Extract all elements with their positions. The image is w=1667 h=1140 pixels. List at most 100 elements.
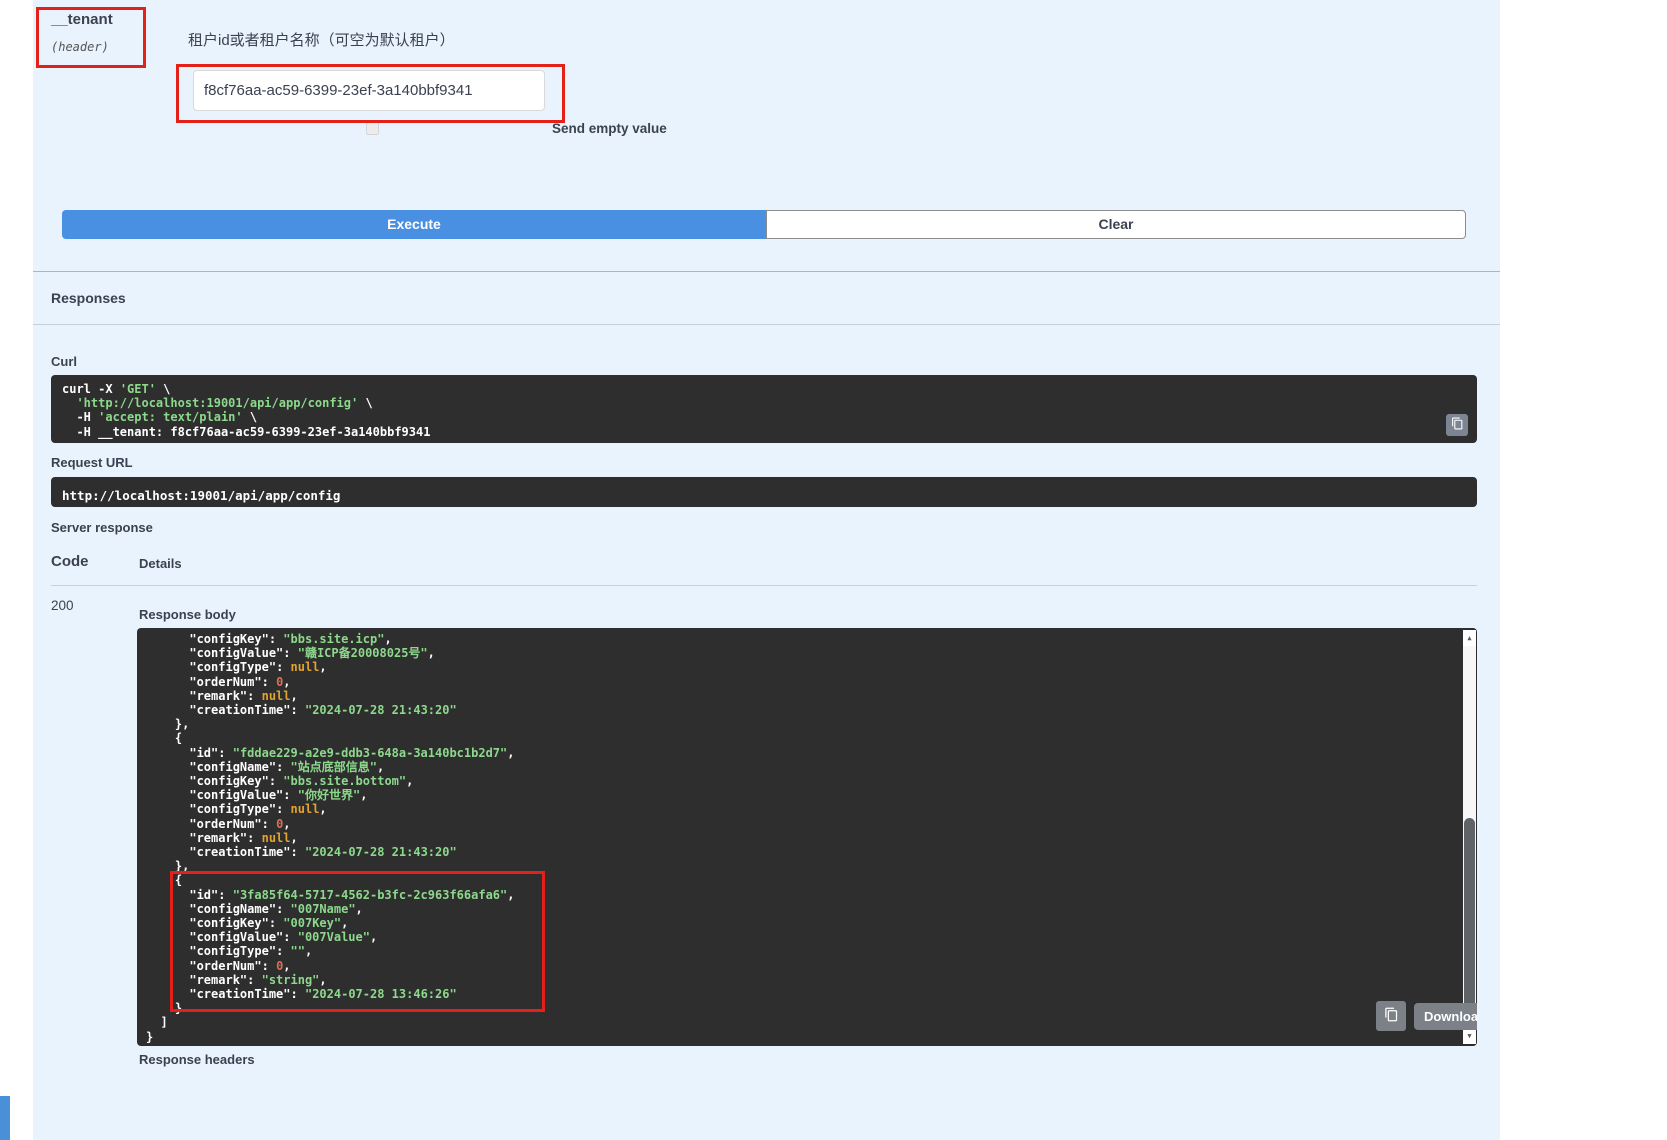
code-token: "configValue": [189, 788, 283, 802]
code-line: "configKey": "bbs.site.bottom",: [146, 774, 1451, 788]
code-token: :: [247, 689, 261, 703]
code-token: [146, 845, 189, 859]
code-token: [146, 902, 189, 916]
code-column-header: Code: [51, 553, 89, 570]
code-line: "configValue": "赣ICP备20008025号",: [146, 646, 1451, 660]
code-token: {: [146, 873, 182, 887]
parameter-description: 租户id或者租户名称（可空为默认租户）: [188, 29, 455, 50]
response-body-label: Response body: [139, 607, 236, 622]
code-token: :: [247, 973, 261, 987]
send-empty-checkbox[interactable]: [366, 122, 379, 135]
code-token: "configValue": [189, 646, 283, 660]
code-token: \: [156, 382, 170, 396]
code-token: :: [283, 646, 297, 660]
code-token: "id": [189, 746, 218, 760]
code-token: [146, 916, 189, 930]
code-line: "configType": null,: [146, 802, 1451, 816]
code-line: 'http://localhost:19001/api/app/config' …: [62, 396, 1437, 410]
clear-button[interactable]: Clear: [766, 210, 1466, 239]
code-token: 'accept: text/plain': [98, 410, 243, 424]
response-headers-label: Response headers: [139, 1052, 255, 1067]
code-token: :: [262, 959, 276, 973]
code-token: [146, 973, 189, 987]
code-line: ]: [146, 1015, 1451, 1029]
code-token: :: [291, 703, 305, 717]
scrollbar-thumb[interactable]: [1464, 818, 1475, 1014]
code-line: "orderNum": 0,: [146, 817, 1451, 831]
code-token: ,: [360, 788, 367, 802]
code-token: "007Name": [291, 902, 356, 916]
code-token: "remark": [189, 973, 247, 987]
swagger-endpoint-page: __tenant (header) 租户id或者租户名称（可空为默认租户） Se…: [0, 0, 1667, 1140]
code-line: "configKey": "007Key",: [146, 916, 1451, 930]
code-token: [62, 396, 76, 410]
code-token: :: [283, 930, 297, 944]
code-line: -H 'accept: text/plain' \: [62, 410, 1437, 424]
response-scrollbar[interactable]: ▲ ▼: [1463, 630, 1476, 1044]
code-token: ,: [283, 959, 290, 973]
copy-curl-button[interactable]: [1446, 414, 1468, 436]
code-token: "你好世界": [298, 788, 360, 802]
code-token: null: [262, 831, 291, 845]
code-token: 'GET': [120, 382, 156, 396]
code-token: "remark": [189, 689, 247, 703]
code-token: 'http://localhost:19001/api/app/config': [76, 396, 358, 410]
code-token: "configValue": [189, 930, 283, 944]
code-token: "": [291, 944, 305, 958]
code-line: curl -X 'GET' \: [62, 382, 1437, 396]
code-token: ,: [291, 831, 298, 845]
clipboard-icon: [1384, 1007, 1399, 1025]
code-token: :: [276, 902, 290, 916]
code-token: },: [146, 859, 189, 873]
server-response-label: Server response: [51, 520, 153, 535]
code-token: :: [283, 788, 297, 802]
code-token: [146, 817, 189, 831]
request-url-block: http://localhost:19001/api/app/config: [51, 477, 1477, 507]
code-token: "orderNum": [189, 959, 261, 973]
code-line: "creationTime": "2024-07-28 21:43:20": [146, 703, 1451, 717]
code-token: ,: [428, 646, 435, 660]
code-token: "configKey": [189, 774, 268, 788]
code-token: [146, 675, 189, 689]
code-line: -H __tenant: f8cf76aa-ac59-6399-23ef-3a1…: [62, 425, 1437, 439]
execute-button[interactable]: Execute: [62, 210, 766, 239]
code-token: [146, 930, 189, 944]
code-line: "configName": "站点底部信息",: [146, 760, 1451, 774]
code-token: [146, 703, 189, 717]
code-line: }: [146, 1001, 1451, 1015]
curl-command-block: curl -X 'GET' \ 'http://localhost:19001/…: [51, 375, 1477, 443]
code-token: :: [291, 845, 305, 859]
code-token: ,: [507, 746, 514, 760]
code-token: :: [269, 774, 283, 788]
code-token: ,: [319, 660, 326, 674]
code-token: :: [247, 831, 261, 845]
code-token: {: [146, 731, 182, 745]
code-token: :: [291, 987, 305, 1001]
code-token: :: [276, 660, 290, 674]
code-token: [146, 746, 189, 760]
response-body-code: "configKey": "bbs.site.icp", "configValu…: [146, 632, 1451, 1044]
copy-response-button[interactable]: [1376, 1001, 1406, 1031]
scroll-up-icon[interactable]: ▲: [1463, 630, 1476, 646]
code-token: "configKey": [189, 916, 268, 930]
code-token: :: [269, 632, 283, 646]
code-token: [146, 632, 189, 646]
request-url-value: http://localhost:19001/api/app/config: [62, 488, 340, 503]
code-token: [146, 944, 189, 958]
code-token: }: [146, 1001, 182, 1015]
code-line: "configType": null,: [146, 660, 1451, 674]
code-token: ,: [356, 902, 363, 916]
code-token: [146, 689, 189, 703]
code-token: "creationTime": [189, 987, 290, 1001]
code-token: -H: [62, 410, 98, 424]
code-line: "configValue": "007Value",: [146, 930, 1451, 944]
details-column-header: Details: [139, 556, 182, 571]
code-token: :: [262, 675, 276, 689]
scroll-down-icon[interactable]: ▼: [1463, 1028, 1476, 1044]
code-token: "bbs.site.bottom": [283, 774, 406, 788]
responses-title: Responses: [51, 290, 126, 306]
code-token: "orderNum": [189, 675, 261, 689]
tenant-input[interactable]: [193, 70, 545, 111]
download-button[interactable]: Download: [1414, 1003, 1477, 1030]
request-url-label: Request URL: [51, 455, 133, 470]
